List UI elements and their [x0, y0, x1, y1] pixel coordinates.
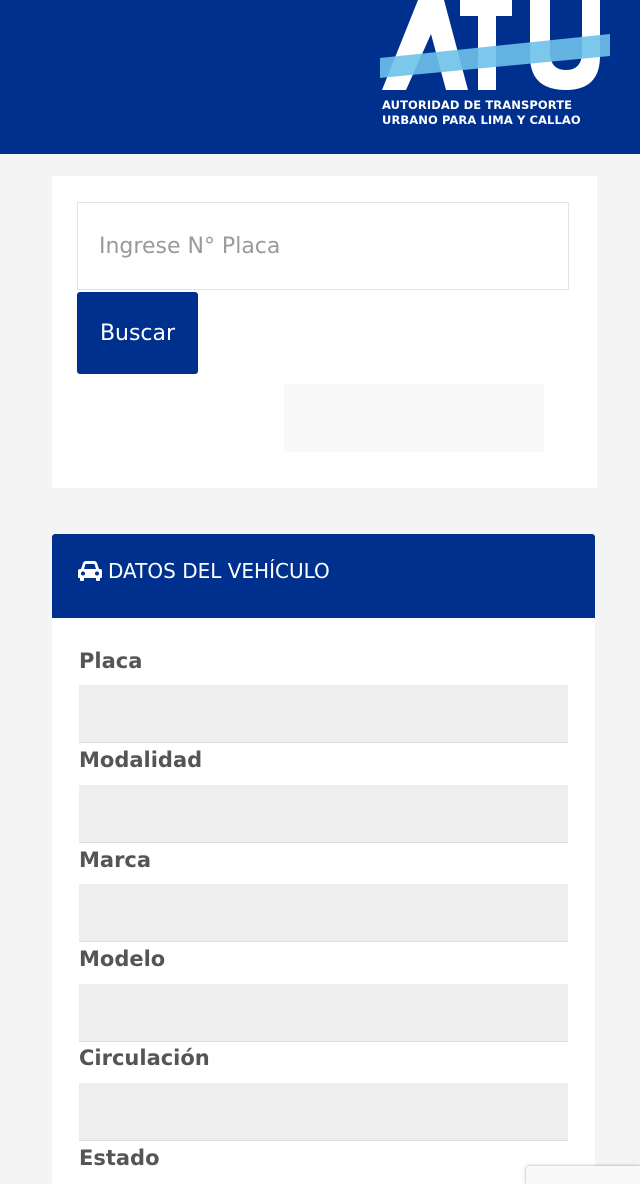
vehicle-data-card: DATOS DEL VEHÍCULO Placa Modalidad Marca…	[52, 534, 595, 1184]
atu-logo-mark	[380, 0, 610, 90]
car-icon	[78, 561, 102, 581]
plate-search-input[interactable]	[77, 202, 569, 290]
captcha-placeholder	[284, 384, 544, 452]
search-card: Buscar	[52, 176, 597, 488]
vehicle-card-header: DATOS DEL VEHÍCULO	[52, 534, 595, 618]
field-label-modelo: Modelo	[79, 947, 166, 971]
field-value-marca	[79, 884, 568, 942]
logo-line-2: URBANO PARA LIMA Y CALLAO	[382, 113, 581, 127]
logo-caption: AUTORIDAD DE TRANSPORTE URBANO PARA LIMA…	[382, 98, 610, 128]
recaptcha-badge[interactable]	[526, 1166, 640, 1184]
search-button[interactable]: Buscar	[77, 292, 198, 374]
vehicle-card-title: DATOS DEL VEHÍCULO	[108, 559, 330, 583]
field-value-circulacion	[79, 1083, 568, 1141]
atu-logo[interactable]: AUTORIDAD DE TRANSPORTE URBANO PARA LIMA…	[380, 0, 610, 140]
field-label-marca: Marca	[79, 848, 152, 872]
app-header: AUTORIDAD DE TRANSPORTE URBANO PARA LIMA…	[0, 0, 640, 154]
field-label-circulacion: Circulación	[79, 1046, 210, 1070]
logo-line-1: AUTORIDAD DE TRANSPORTE	[382, 98, 573, 112]
field-label-placa: Placa	[79, 649, 143, 673]
field-value-modalidad	[79, 785, 568, 843]
field-value-placa	[79, 685, 568, 743]
field-label-modalidad: Modalidad	[79, 748, 203, 772]
field-value-modelo	[79, 984, 568, 1042]
field-label-estado: Estado	[79, 1146, 160, 1170]
